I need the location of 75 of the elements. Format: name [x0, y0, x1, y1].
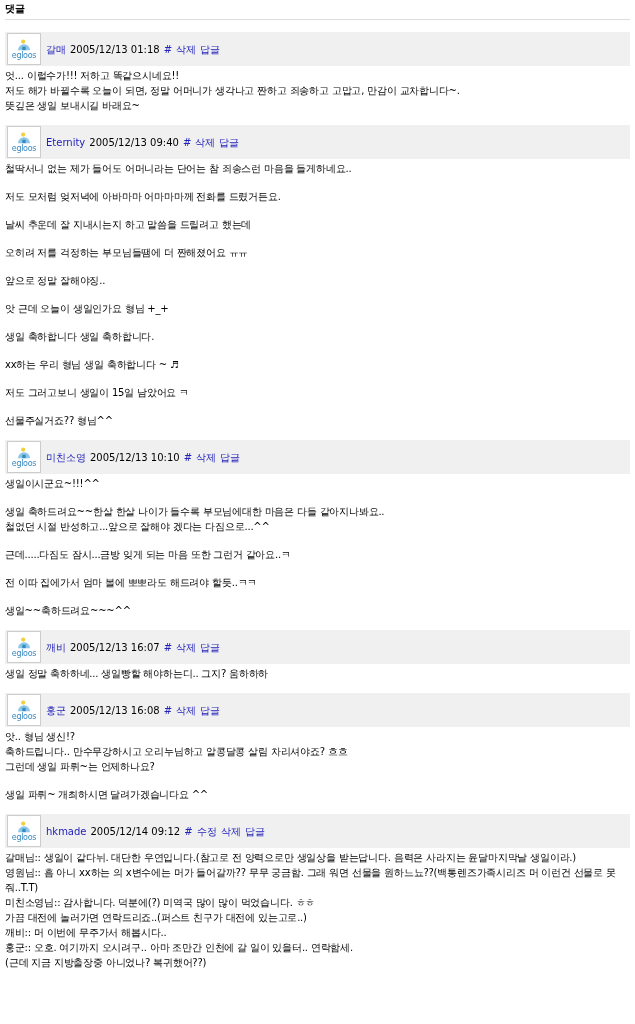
igloo-icon [16, 131, 32, 144]
comment-line: (근데 지금 지방출장중 아니었나? 복귀했어??) [5, 956, 208, 970]
comment-action-link[interactable]: 답글 [200, 639, 221, 655]
comment-date: 2005/12/13 16:07 [70, 640, 160, 655]
comment-action-link[interactable]: 삭제 [176, 41, 197, 57]
comment-line: 생일~~축하드려요~~~^^ [5, 604, 132, 618]
comment-date: 2005/12/13 01:18 [70, 42, 160, 57]
avatar-label: egloos [11, 50, 37, 60]
comment-line: 오히려 저를 걱정하는 부모님들땜에 더 짠해졌어요 ㅠㅠ [5, 246, 250, 260]
comment-line: 전 이따 집에가서 엄마 볼에 뽀뽀라도 해드려야 할듯..ㅋㅋ [5, 576, 259, 590]
comment-action-link[interactable]: # [184, 823, 193, 839]
author-link[interactable]: 깨비 [46, 639, 66, 655]
comment-line: 저도 모처럼 엊저녁에 아바마마 어마마마께 전화를 드렸거든요. [5, 190, 282, 204]
igloo-icon [16, 636, 32, 649]
comment-line: 미친소영님:: 감사합니다. 덕분에(?) 미역국 많이 많이 먹었습니다. ㅎㅎ [5, 896, 317, 910]
comment-line: 근데.....다짐도 잠시...금방 잊게 되는 마음 또한 그런거 같아요..ㅋ [5, 548, 292, 562]
comment-action-link[interactable]: # [183, 449, 193, 465]
author-link[interactable]: 홍군 [46, 702, 66, 718]
igloo-icon [16, 820, 32, 833]
comment-line: 뜻깊은 생일 보내시길 바래요~ [5, 99, 141, 113]
author-link[interactable]: 갈매 [46, 41, 66, 57]
comment-action-link[interactable]: 답글 [244, 823, 265, 839]
comment-line: 저도 해가 바뀔수록 오늘이 되면, 정말 어머니가 생각나고 짠하고 죄송하고 고맙고, 만감이 교차합니다~. [5, 84, 461, 98]
comment-line: 저도 그러고보니 생일이 15일 남았어요 ㅋ [5, 386, 191, 400]
comment-action-link[interactable]: 답글 [220, 449, 241, 465]
comment-action-link[interactable]: 삭제 [176, 639, 197, 655]
comment-action-link[interactable]: 삭제 [195, 134, 216, 150]
comment-line: 날씨 추운데 잘 지내시는지 하고 말씀을 드릴려고 했는데 [5, 218, 253, 232]
comment-action-link[interactable]: 답글 [219, 134, 240, 150]
author-link[interactable]: hkmade [46, 823, 87, 839]
avatar-label: egloos [11, 143, 37, 153]
comment-line: 홍군:: 오호. 여기까지 오시려구.. 아마 조만간 인천에 갈 일이 있을터.. 연락함세. [5, 941, 354, 955]
author-link[interactable]: Eternity [46, 134, 86, 150]
igloo-icon [16, 699, 32, 712]
avatar-label: egloos [11, 832, 37, 842]
author-link[interactable]: 미친소영 [46, 449, 86, 465]
comment-line: xx하는 우리 형님 생일 축하합니다 ~ ♬ [5, 358, 180, 372]
comment-action-link[interactable]: 답글 [200, 702, 221, 718]
comment-action-link[interactable]: 답글 [200, 41, 221, 57]
comment-action-link[interactable]: 삭제 [220, 823, 241, 839]
comment-line: 생일이시군요~!!!^^ [5, 477, 101, 491]
comment-line: 생일 축하합니다 생일 축하합니다. [5, 330, 156, 344]
avatar-label: egloos [11, 458, 37, 468]
comment-line: 갈매님:: 생일이 같다뉘. 대단한 우연입니다.(참고로 전 양력으로만 생일상을 받는답니다. 음력은 사라지는 윤달마지막날 생일이라.) [5, 851, 577, 865]
avatar-label: egloos [11, 711, 37, 721]
comment-line: 생일 파뤼~ 개최하시면 달려가겠습니다요 ^^ [5, 788, 210, 802]
comment-action-link[interactable]: 삭제 [176, 702, 197, 718]
comment-action-link[interactable]: # [163, 702, 173, 718]
igloo-icon [16, 38, 32, 51]
comment-date: 2005/12/13 16:08 [70, 703, 160, 718]
comment-line: 생일 정말 축하하네... 생일빵할 해야하는디.. 그지? 움하하하 [5, 667, 270, 681]
avatar-label: egloos [11, 648, 37, 658]
comment-line: 선물주실거죠?? 형님^^ [5, 414, 114, 428]
comment-line: 가끔 대전에 놀러가면 연락드리죠..(퍼스트 친구가 대전에 있는고로..) [5, 911, 308, 925]
comment-line: 깨비:: 머 이번에 무주가서 해봅시다.. [5, 926, 168, 940]
comment-line: 철없던 시절 반성하고...앞으로 잘해야 겠다는 다짐으로...^^ [5, 520, 271, 534]
comment-action-link[interactable]: 삭제 [196, 449, 217, 465]
comment-action-link[interactable]: # [163, 41, 173, 57]
comment-line: 생일 축하드려요~~한살 한살 나이가 들수록 부모님에대한 마음은 다들 같아지나봐요.. [5, 505, 386, 519]
comment-line: 그런데 생일 파뤼~는 언제하나요? [5, 760, 156, 774]
comment-line: 엇... 이럴수가!!! 저하고 똑같으시네요!! [5, 69, 181, 83]
comment-date: 2005/12/13 09:40 [89, 135, 179, 150]
comment-line: 영원님:: 흠 아니 xx하는 의 x변수에는 머가 들어갈까?? 무무 궁금함. 그래 워면 선물을 원하느뇨??(백통렌즈가족시리즈 머 이런건 선물로 못줘..T.T) [5, 866, 617, 895]
comment-action-link[interactable]: # [163, 639, 173, 655]
comment-date: 2005/12/14 09:12 [90, 824, 181, 839]
comment-line: 앞으로 정말 잘해야징.. [5, 274, 107, 288]
section-title: 댓글 [5, 2, 26, 16]
comment-date: 2005/12/13 10:10 [90, 450, 180, 465]
comment-line: 축하드립니다.. 만수무강하시고 오리누님하고 알콩달콩 살림 차리셔야죠? 흐흐 [5, 745, 349, 759]
comment-line: 앗 근데 오늘이 생일인가요 형님 +_+ [5, 302, 170, 316]
comment-line: 철딱서니 없는 제가 들어도 어머니라는 단어는 참 죄송스런 마음을 들게하네요.. [5, 162, 353, 176]
comment-action-link[interactable]: 수정 [196, 823, 217, 839]
comment-action-link[interactable]: # [182, 134, 192, 150]
igloo-icon [16, 446, 32, 459]
comment-line: 앗.. 형님 생신!? [5, 730, 76, 744]
